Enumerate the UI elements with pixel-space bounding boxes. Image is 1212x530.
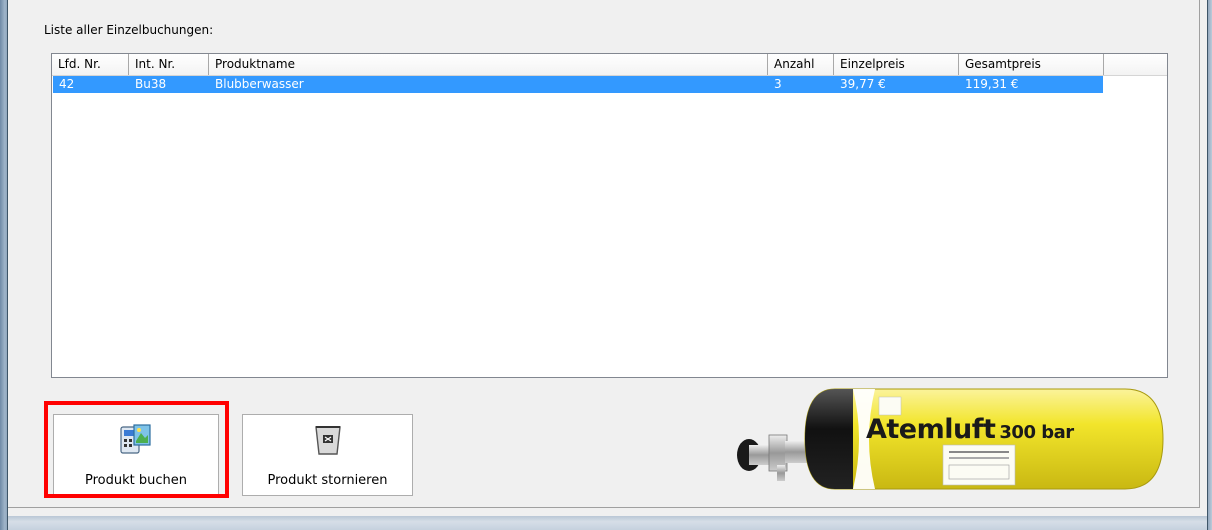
window-left-border	[0, 0, 8, 530]
window-bottom-border	[8, 516, 1207, 530]
tank-label: Atemluft 300 bar	[866, 414, 1074, 445]
column-header-lfd-nr[interactable]: Lfd. Nr.	[52, 54, 129, 75]
produkt-buchen-button[interactable]: Produkt buchen	[53, 414, 219, 496]
column-header-produktname[interactable]: Produktname	[209, 54, 768, 75]
book-product-icon	[119, 421, 153, 457]
bookings-listview[interactable]: Lfd. Nr. Int. Nr. Produktname Anzahl Ein…	[51, 53, 1168, 378]
tank-label-pressure: 300 bar	[999, 422, 1074, 443]
produkt-buchen-label: Produkt buchen	[85, 473, 187, 488]
column-header-gesamtpreis[interactable]: Gesamtpreis	[959, 54, 1104, 75]
trash-bin-icon	[311, 421, 345, 457]
cell-int-nr: Bu38	[135, 77, 167, 91]
table-row[interactable]: 42 Bu38 Blubberwasser 3 39,77 € 119,31 €	[53, 76, 1103, 93]
cell-gesamtpreis: 119,31 €	[965, 77, 1019, 91]
cell-produktname: Blubberwasser	[215, 77, 304, 91]
produkt-stornieren-button[interactable]: Produkt stornieren	[242, 414, 413, 496]
listview-header: Lfd. Nr. Int. Nr. Produktname Anzahl Ein…	[52, 54, 1167, 76]
produkt-stornieren-label: Produkt stornieren	[267, 473, 388, 488]
window-right-border	[1207, 0, 1212, 530]
tank-label-main: Atemluft	[866, 414, 996, 445]
cell-anzahl: 3	[774, 77, 782, 91]
column-header-anzahl[interactable]: Anzahl	[768, 54, 834, 75]
cell-lfd-nr: 42	[59, 77, 75, 91]
column-header-einzelpreis[interactable]: Einzelpreis	[834, 54, 959, 75]
column-header-filler	[1104, 54, 1167, 75]
cell-einzelpreis: 39,77 €	[840, 77, 886, 91]
column-header-int-nr[interactable]: Int. Nr.	[129, 54, 209, 75]
list-caption: Liste aller Einzelbuchungen:	[44, 23, 214, 37]
